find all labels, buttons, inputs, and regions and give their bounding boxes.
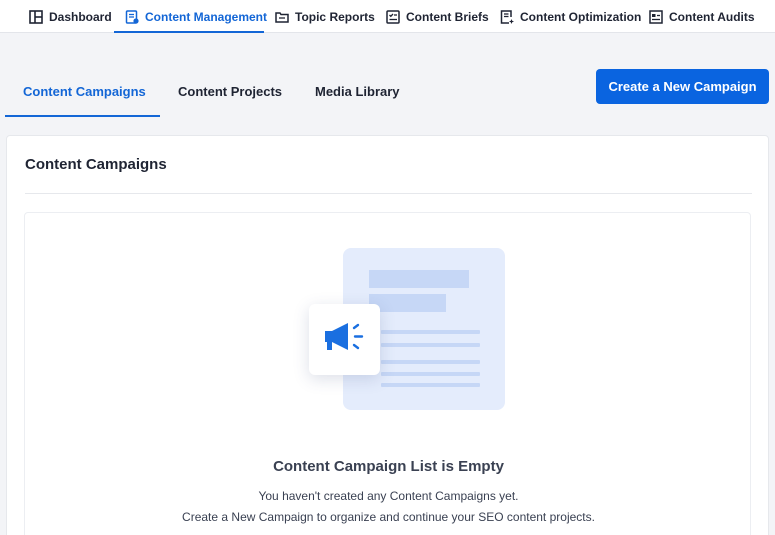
nav-content-management[interactable]: Content Management (125, 0, 267, 33)
illustration-line (381, 360, 480, 364)
dashboard-icon (29, 9, 43, 24)
nav-content-management-label: Content Management (145, 9, 268, 24)
nav-content-optimization[interactable]: Content Optimization (500, 0, 641, 33)
tab-content-projects[interactable]: Content Projects (178, 84, 282, 99)
illustration-line (381, 343, 480, 347)
nav-content-optimization-label: Content Optimization (520, 9, 642, 24)
nav-content-briefs[interactable]: Content Briefs (386, 0, 489, 33)
nav-content-audits-label: Content Audits (669, 9, 755, 24)
nav-dashboard-label: Dashboard (49, 9, 112, 24)
nav-content-audits[interactable]: Content Audits (649, 0, 755, 33)
empty-state-hint: Create a New Campaign to organize and co… (182, 510, 595, 524)
illustration-line (381, 383, 480, 387)
tab-content-campaigns[interactable]: Content Campaigns (23, 84, 146, 99)
illustration-line (381, 330, 480, 334)
nav-active-indicator (114, 31, 264, 33)
nav-topic-reports-label: Topic Reports (295, 9, 375, 24)
content-audits-icon (649, 9, 663, 24)
content-optimization-icon (500, 9, 514, 24)
nav-content-briefs-label: Content Briefs (406, 9, 489, 24)
create-campaign-button[interactable]: Create a New Campaign (596, 69, 769, 104)
empty-state: Content Campaign List is Empty You haven… (24, 212, 751, 535)
card-divider (25, 193, 752, 194)
empty-state-message: You haven't created any Content Campaign… (258, 489, 519, 503)
empty-state-title: Content Campaign List is Empty (273, 458, 504, 475)
topic-reports-icon (275, 10, 289, 24)
illustration-line (381, 372, 480, 376)
nav-topic-reports[interactable]: Topic Reports (275, 0, 375, 33)
content-management-icon (125, 9, 139, 24)
megaphone-icon (323, 319, 367, 360)
card-title: Content Campaigns (25, 156, 167, 173)
megaphone-tile (309, 304, 380, 375)
tab-active-indicator (5, 115, 160, 117)
top-nav: Dashboard Content Management Topic Repor… (0, 0, 775, 33)
nav-dashboard[interactable]: Dashboard (29, 0, 112, 33)
illustration-bar (369, 270, 469, 288)
campaigns-card: Content Campaigns Content Campaign List … (6, 135, 769, 535)
illustration-bar (369, 294, 446, 312)
tab-media-library[interactable]: Media Library (315, 84, 400, 99)
content-briefs-icon (386, 9, 400, 24)
